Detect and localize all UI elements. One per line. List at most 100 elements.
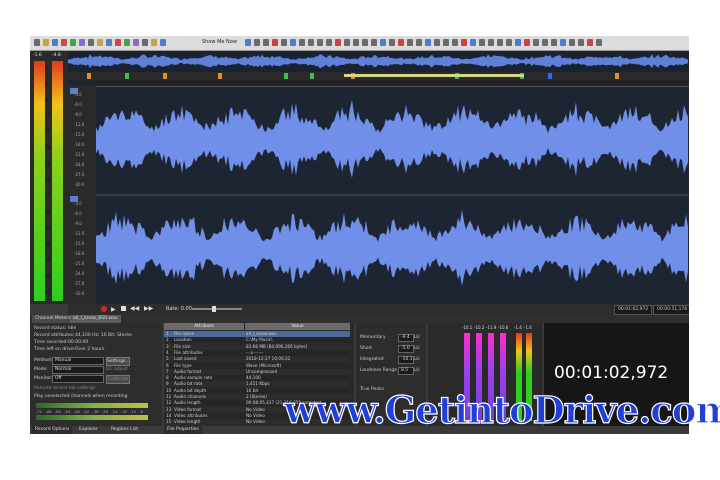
property-row[interactable]: 4 File attributes -- a -- --- [164, 349, 350, 356]
stop-icon[interactable] [121, 306, 126, 311]
marker-bar[interactable] [68, 72, 689, 80]
toolbar-tool-icon[interactable] [479, 39, 485, 46]
toolbar-tool-icon[interactable] [542, 39, 548, 46]
marker-flag[interactable] [218, 73, 222, 79]
property-row[interactable]: 7 Audio format Uncompressed [164, 368, 350, 375]
toolbar-tool-icon[interactable] [569, 39, 575, 46]
property-row[interactable]: 1 File name all_I_know.wav [164, 331, 350, 337]
marker-flag[interactable] [615, 73, 619, 79]
timecode-selection[interactable]: 00:00:51,176 [653, 305, 689, 315]
toolbar-tool-icon[interactable] [533, 39, 539, 46]
toolbar-tool-icon[interactable] [488, 39, 494, 46]
toolbar-tool-icon[interactable] [560, 39, 566, 46]
toolbar-tool-icon[interactable] [596, 39, 602, 46]
stop-icon[interactable] [133, 39, 139, 46]
toolbar-tool-icon[interactable] [254, 39, 260, 46]
play-icon[interactable] [124, 39, 130, 46]
toolbar-tool-icon[interactable] [461, 39, 467, 46]
marker-flag[interactable] [125, 73, 129, 79]
marker-flag[interactable] [310, 73, 314, 79]
toolbar-tool-icon[interactable] [317, 39, 323, 46]
attribute-column-header[interactable]: Attribute [164, 323, 244, 330]
tab-record-options[interactable]: Record Options [32, 426, 73, 434]
toolbar-tool-icon[interactable] [299, 39, 305, 46]
marker-flag[interactable] [284, 73, 288, 79]
toolbar-tool-icon[interactable] [380, 39, 386, 46]
rate-slider[interactable] [192, 306, 242, 312]
rate-slider-thumb[interactable] [212, 306, 216, 312]
toolbar-tool-icon[interactable] [326, 39, 332, 46]
toolbar-tool-icon[interactable] [452, 39, 458, 46]
paste-icon[interactable] [115, 39, 121, 46]
toolbar-tool-icon[interactable] [425, 39, 431, 46]
value-column-header[interactable]: Value [245, 323, 350, 330]
marker-flag[interactable] [87, 73, 91, 79]
overview-waveform[interactable] [68, 51, 689, 72]
toolbar-tool-icon[interactable] [362, 39, 368, 46]
settings-button[interactable]: Settings... [106, 357, 130, 366]
property-row[interactable]: 6 File type Wave (Microsoft) [164, 362, 350, 369]
waveform-view[interactable]: -3.0 -3.0 -6.0 -6.0 -9.0 -9.0 -12.0 -12.0 -15.0 -… [68, 72, 689, 304]
undo-icon[interactable] [79, 39, 85, 46]
forward-icon[interactable]: ▶▶ [144, 305, 153, 312]
toolbar-tool-icon[interactable] [416, 39, 422, 46]
property-row[interactable]: 9 Audio bit rate 1,411 Kbps [164, 381, 350, 388]
loop-region-bar[interactable] [344, 74, 524, 77]
record-icon[interactable] [142, 39, 148, 46]
dc-adjust-label[interactable]: DC adjust [106, 367, 128, 372]
toolbar-tool-icon[interactable] [506, 39, 512, 46]
marker-flag[interactable] [163, 73, 167, 79]
tab-file-properties[interactable]: File Properties [164, 426, 202, 434]
toolbar-tool-icon[interactable] [470, 39, 476, 46]
play-icon[interactable]: ▶ [111, 306, 116, 313]
toolbar-tool-icon[interactable] [272, 39, 278, 46]
monitor-select[interactable]: Off [52, 375, 104, 383]
toolbar-tool-icon[interactable] [434, 39, 440, 46]
toolbar-tool-icon[interactable] [524, 39, 530, 46]
toolbar-tool-icon[interactable] [551, 39, 557, 46]
toolbar-tool-icon[interactable] [443, 39, 449, 46]
loop-icon[interactable] [151, 39, 157, 46]
toolbar-tool-icon[interactable] [389, 39, 395, 46]
tab-regions-list[interactable]: Regions List [108, 426, 141, 434]
cut-icon[interactable] [97, 39, 103, 46]
open-icon[interactable] [43, 39, 49, 46]
mode-select[interactable]: Normal [52, 366, 104, 374]
toolbar-tool-icon[interactable] [335, 39, 341, 46]
toolbar-tool-icon[interactable] [398, 39, 404, 46]
remote-record-checkbox[interactable]: Remote record tab settings [34, 386, 95, 391]
render-icon[interactable] [70, 39, 76, 46]
toolbar-tool-icon[interactable] [344, 39, 350, 46]
tab-channel-meters[interactable]: Channel Meters [32, 315, 74, 323]
toolbar-tool-icon[interactable] [281, 39, 287, 46]
toolbar-tool-icon[interactable] [515, 39, 521, 46]
toolbar-tool-icon[interactable] [371, 39, 377, 46]
save-icon[interactable] [52, 39, 58, 46]
show-me-now-button[interactable]: Show Me Now [202, 39, 237, 45]
property-row[interactable]: 8 Audio sample rate 44,100 [164, 375, 350, 382]
toolbar-tool-icon[interactable] [497, 39, 503, 46]
property-row[interactable]: 5 Last saved 2018-12-27 10:06:22 [164, 356, 350, 363]
play-unselected-checkbox[interactable]: Play unselected channels when recording [34, 394, 127, 399]
record-icon[interactable] [101, 306, 107, 312]
toolbar-tool-icon[interactable] [245, 39, 251, 46]
toolbar-tool-icon[interactable] [353, 39, 359, 46]
toolbar-tool-icon[interactable] [407, 39, 413, 46]
new-icon[interactable] [34, 39, 40, 46]
marker-flag[interactable] [548, 73, 552, 79]
property-row[interactable]: 2 Location C:\My Music\ [164, 337, 350, 344]
rewind-icon[interactable]: ◀◀ [130, 305, 139, 312]
save-as-icon[interactable] [61, 39, 67, 46]
toolbar-tool-icon[interactable] [587, 39, 593, 46]
tab-explorer[interactable]: Explorer [76, 426, 101, 434]
calibrate-button[interactable]: Calibrate [106, 375, 130, 384]
toolbar-tool-icon[interactable] [263, 39, 269, 46]
toolbar-tool-icon[interactable] [578, 39, 584, 46]
toolbar-tool-icon[interactable] [290, 39, 296, 46]
toolbar-tool-icon[interactable] [308, 39, 314, 46]
property-row[interactable]: 3 File size 83.66 MB (84,096,266 bytes) [164, 343, 350, 350]
copy-icon[interactable] [106, 39, 112, 46]
redo-icon[interactable] [88, 39, 94, 46]
tab-file[interactable]: all_I_know_BSR.wav [70, 315, 121, 323]
timecode-cursor[interactable]: 00:01:02,972 [614, 305, 653, 315]
